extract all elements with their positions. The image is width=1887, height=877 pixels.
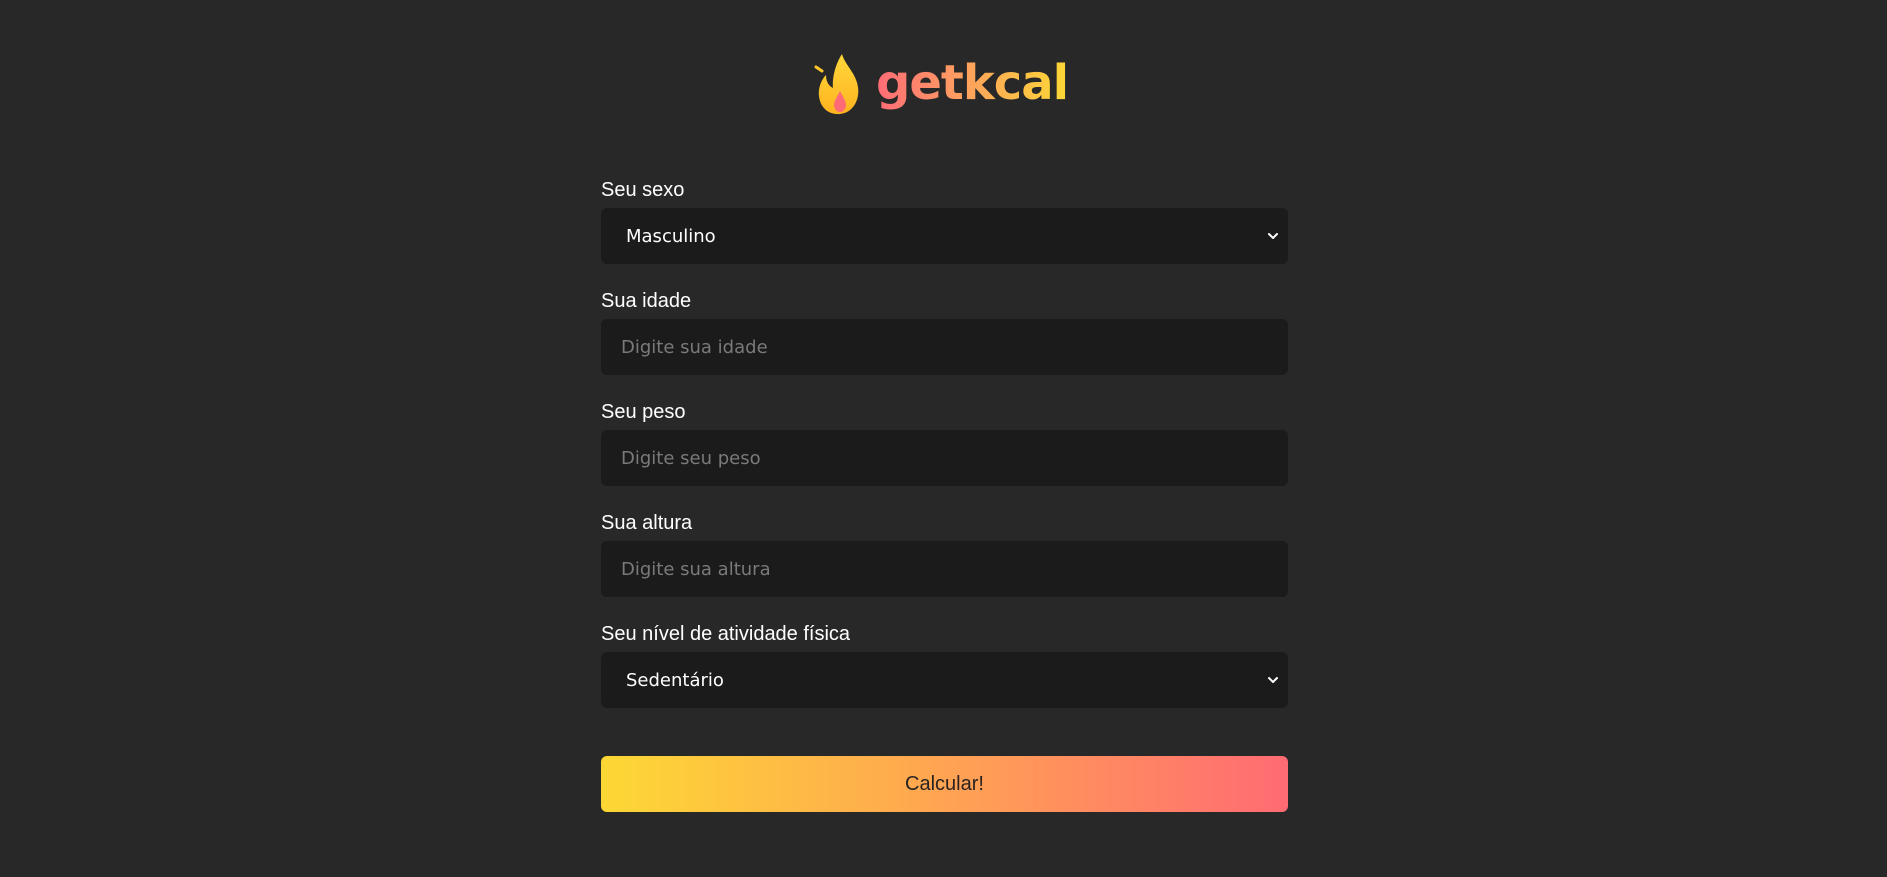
- weight-field: Seu peso Digite seu peso: [601, 398, 1288, 509]
- age-field: Sua idade Digite sua idade: [601, 287, 1288, 398]
- sex-field: Seu sexo Masculino: [601, 176, 1288, 287]
- age-input[interactable]: Digite sua idade: [601, 319, 1288, 375]
- app-logo: getkcal: [812, 50, 1069, 120]
- weight-label: Seu peso: [601, 401, 686, 423]
- sex-label: Seu sexo: [601, 179, 685, 201]
- activity-select[interactable]: Sedentário: [601, 652, 1288, 708]
- age-label: Sua idade: [601, 290, 692, 312]
- weight-placeholder: Digite seu peso: [621, 447, 761, 469]
- height-field: Sua altura Digite sua altura: [601, 509, 1288, 620]
- sex-select[interactable]: Masculino: [601, 208, 1288, 264]
- height-input[interactable]: Digite sua altura: [601, 541, 1288, 597]
- sex-selected-value: Masculino: [626, 225, 716, 247]
- chevron-down-icon: [1268, 677, 1278, 683]
- app-name: getkcal: [876, 55, 1069, 111]
- height-label: Sua altura: [601, 512, 693, 534]
- activity-field: Seu nível de atividade física Sedentário: [601, 620, 1288, 731]
- calorie-form: Seu sexo Masculino Sua idade Digite sua …: [601, 176, 1288, 731]
- weight-input[interactable]: Digite seu peso: [601, 430, 1288, 486]
- flame-icon: [814, 54, 859, 115]
- activity-label: Seu nível de atividade física: [601, 623, 851, 645]
- height-placeholder: Digite sua altura: [621, 558, 771, 580]
- age-placeholder: Digite sua idade: [621, 336, 768, 358]
- calculate-button[interactable]: Calcular!: [601, 756, 1288, 812]
- activity-selected-value: Sedentário: [626, 669, 724, 691]
- chevron-down-icon: [1268, 233, 1278, 239]
